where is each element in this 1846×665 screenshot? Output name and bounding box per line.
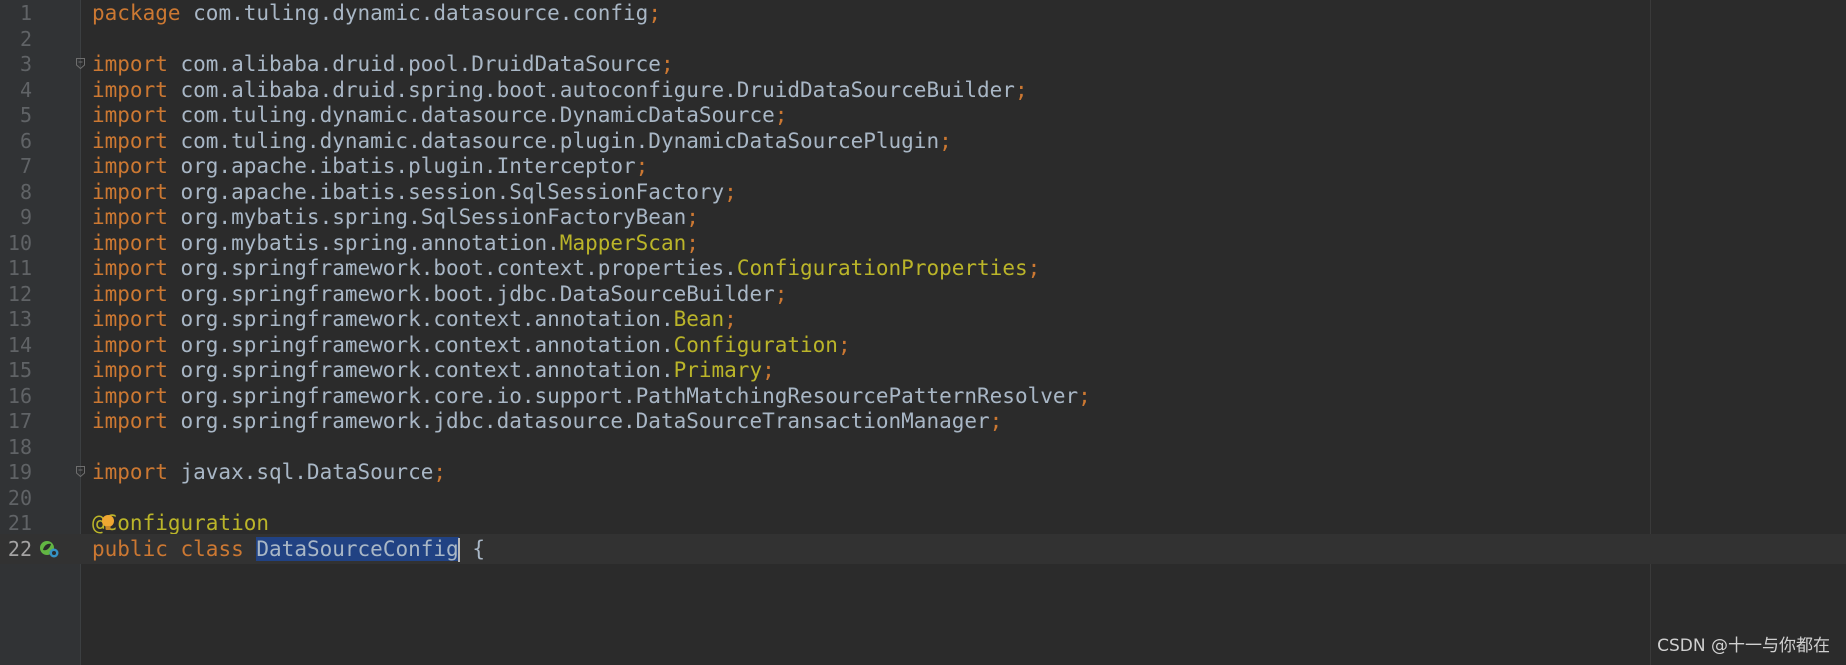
intention-bulb-icon[interactable] — [101, 514, 115, 532]
spring-bean-icon[interactable] — [38, 539, 60, 559]
code-line[interactable]: 22 public class DataSourceConfig { — [0, 533, 1846, 564]
code-token: import — [92, 307, 168, 331]
code-token: ; — [762, 358, 775, 382]
code-token: ; — [433, 460, 447, 484]
code-token: import — [92, 77, 168, 102]
code-token: org.springframework.context.annotation. — [167, 358, 674, 382]
code-token: com.alibaba.druid.spring.boot.autoconfig… — [167, 77, 1015, 102]
code-token: DataSourceConfi — [256, 536, 447, 561]
code-token: ; — [635, 154, 649, 178]
code-token: ; — [648, 1, 661, 25]
code-token: ; — [724, 307, 737, 331]
code-token: ; — [686, 205, 699, 229]
code-token: ; — [724, 179, 737, 204]
code-token: org.mybatis.spring.SqlSessionFactoryBean — [167, 205, 687, 229]
code-token: com.tuling.dynamic.datasource.DynamicDat… — [167, 103, 775, 127]
watermark-text: CSDN @十一与你都在 — [1657, 636, 1830, 656]
code-token: ; — [774, 103, 788, 127]
code-token: import — [92, 52, 168, 76]
code-token: com.tuling.dynamic.datasource.plugin.Dyn… — [167, 128, 940, 153]
code-token: package — [92, 1, 181, 25]
code-token: org.springframework.boot.jdbc.DataSource… — [167, 281, 775, 306]
code-token: org.apache.ibatis.session.SqlSessionFact… — [167, 179, 725, 204]
code-token: ; — [686, 230, 699, 255]
code-token: MapperScan — [559, 230, 687, 255]
code-token: import — [92, 230, 168, 255]
code-token: org.apache.ibatis.plugin.Interceptor — [167, 154, 636, 178]
code-token: class — [180, 536, 244, 561]
code-token: ; — [1078, 383, 1091, 408]
code-token: import — [92, 128, 168, 153]
code-token: import — [92, 256, 168, 280]
code-editor[interactable]: 1 package com.tuling.dynamic.datasource.c… — [0, 0, 1846, 665]
code-token: ; — [660, 52, 674, 76]
code-token: org.springframework.boot.context.propert… — [167, 256, 737, 280]
code-token: public — [92, 536, 168, 561]
code-token: import — [92, 409, 168, 433]
code-token: ; — [837, 332, 851, 357]
code-token: com.tuling.dynamic.datasource.config — [180, 1, 649, 25]
code-token: org.springframework.jdbc.datasource.Data… — [167, 409, 990, 433]
line-number: 22 — [7, 536, 32, 561]
code-token: import — [92, 281, 168, 306]
code-token: @Configuration — [92, 511, 270, 535]
code-token: import — [92, 205, 168, 229]
code-token: ; — [1014, 77, 1028, 102]
code-token: import — [92, 460, 168, 484]
code-token: ConfigurationProperties — [736, 256, 1028, 280]
fold-marker-icon[interactable] — [76, 466, 85, 477]
code-token: import — [92, 383, 168, 408]
code-token: ; — [1027, 256, 1041, 280]
code-token: { — [459, 536, 485, 561]
code-token: ; — [939, 128, 952, 153]
code-token: com.alibaba.druid.pool.DruidDataSource — [167, 52, 661, 76]
code-text[interactable]: public class DataSourceConfig { — [92, 534, 485, 564]
code-token: Configuration — [673, 332, 838, 357]
code-token: import — [92, 358, 168, 382]
code-token: org.springframework.context.annotation. — [167, 307, 674, 331]
code-token: Bean — [673, 307, 725, 331]
fold-marker-icon[interactable] — [76, 58, 85, 69]
code-token: org.springframework.context.annotation. — [167, 332, 674, 357]
code-token: import — [92, 179, 168, 204]
code-token: javax.sql.DataSource — [167, 460, 434, 484]
code-token: Primary — [673, 358, 763, 382]
code-token: ; — [774, 281, 788, 306]
code-token: import — [92, 103, 168, 127]
code-token: org.springframework.core.io.support.Path… — [167, 383, 1079, 408]
code-token: import — [92, 332, 168, 357]
code-token: import — [92, 154, 168, 178]
code-token: org.mybatis.spring.annotation. — [167, 230, 560, 255]
code-token: ; — [989, 409, 1003, 433]
